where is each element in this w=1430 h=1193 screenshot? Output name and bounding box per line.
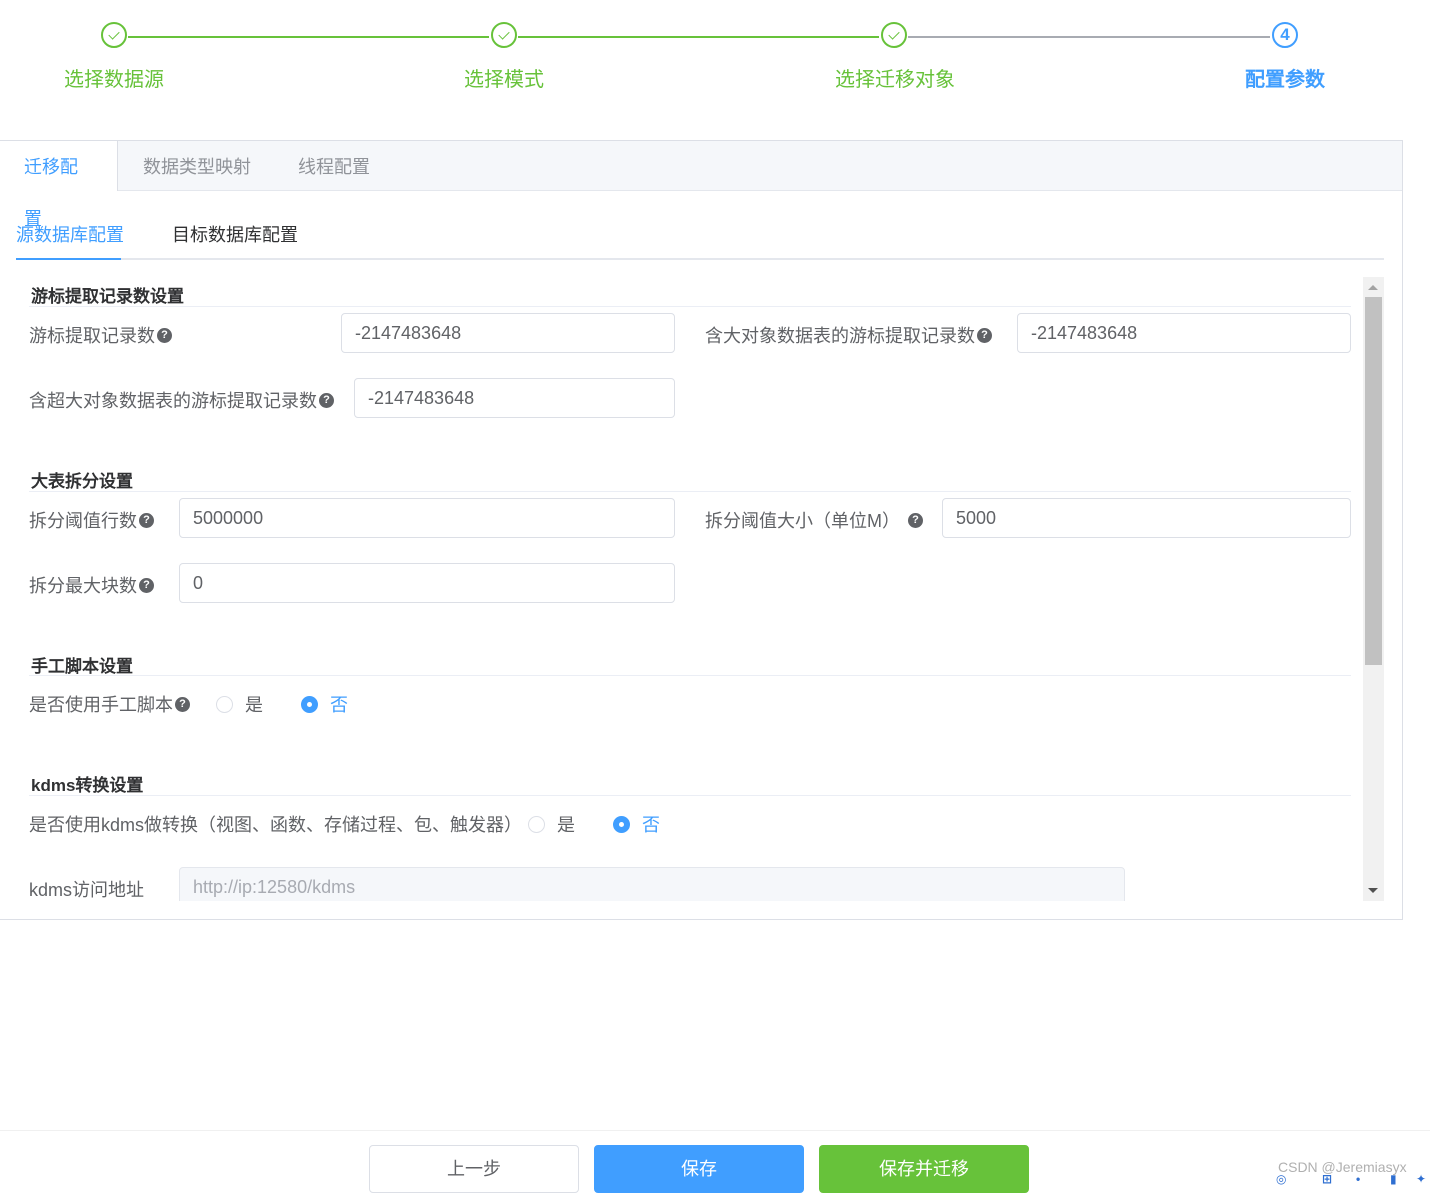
step-4-title: 配置参数 xyxy=(1245,69,1325,91)
system-tray: ◎ ⊞ • ▮ ✦ xyxy=(1274,1168,1430,1186)
step-connector-3 xyxy=(908,36,1270,38)
config-card: 迁移配置 数据类型映射 线程配置 源数据库配置 目标数据库配置 游标提取记录数设… xyxy=(0,140,1403,920)
split-rows-input[interactable] xyxy=(179,498,675,538)
split-blocks-input[interactable] xyxy=(179,563,675,603)
step-3-check-icon xyxy=(881,22,907,48)
label-kdms-convert: 是否使用kdms做转换（视图、函数、存储过程、包、触发器） xyxy=(29,811,522,837)
scroll-up-arrow-icon[interactable] xyxy=(1368,285,1378,290)
main-tabbar: 迁移配置 数据类型映射 线程配置 xyxy=(0,141,1402,229)
radio-label: 否 xyxy=(642,815,660,835)
tab-thread-config[interactable]: 线程配置 xyxy=(274,141,394,190)
radio-label: 是 xyxy=(557,815,575,835)
tab-migration-config[interactable]: 迁移配置 xyxy=(0,141,118,229)
tool-icon[interactable]: ✦ xyxy=(1416,1172,1430,1186)
scroll-thumb[interactable] xyxy=(1365,297,1382,665)
manual-script-radio-yes[interactable]: 是 xyxy=(216,691,263,717)
label-split-size: 拆分阈值大小（单位M）? xyxy=(705,507,923,533)
subtab-bar: 源数据库配置 目标数据库配置 xyxy=(16,211,1384,260)
form-scrollbar[interactable] xyxy=(1363,277,1384,901)
help-icon[interactable]: ? xyxy=(139,512,154,528)
section-divider xyxy=(29,675,1351,676)
step-2-check-icon xyxy=(491,22,517,48)
super-lob-cursor-fetch-input[interactable] xyxy=(354,378,675,418)
label-split-blocks: 拆分最大块数? xyxy=(29,572,154,598)
label-kdms-url: kdms访问地址 xyxy=(29,876,144,901)
radio-label: 否 xyxy=(330,695,348,715)
radio-circle xyxy=(528,815,545,833)
step-3-title: 选择迁移对象 xyxy=(835,69,955,91)
help-icon[interactable]: ? xyxy=(139,577,154,593)
section-divider xyxy=(29,306,1351,307)
section-divider xyxy=(29,795,1351,796)
label-lob-cursor-fetch: 含大对象数据表的游标提取记录数? xyxy=(705,322,992,348)
radio-label: 是 xyxy=(245,695,263,715)
label-text: 拆分阈值行数 xyxy=(29,511,137,531)
ime-icon[interactable]: ⊞ xyxy=(1322,1172,1342,1186)
radio-circle xyxy=(613,815,630,833)
kdms-url-input xyxy=(179,867,1125,901)
help-icon[interactable]: ? xyxy=(319,392,334,408)
label-super-lob-cursor-fetch: 含超大对象数据表的游标提取记录数? xyxy=(29,387,334,413)
cursor-fetch-input[interactable] xyxy=(341,313,675,353)
step-connector-1 xyxy=(128,36,489,38)
label-text: 拆分最大块数 xyxy=(29,576,137,596)
step-2-title: 选择模式 xyxy=(464,69,544,91)
step-1-check-icon xyxy=(101,22,127,48)
ifly-icon[interactable]: ◎ xyxy=(1276,1172,1296,1186)
split-size-input[interactable] xyxy=(942,498,1351,538)
label-split-rows: 拆分阈值行数? xyxy=(29,507,154,533)
tab-datatype-mapping[interactable]: 数据类型映射 xyxy=(119,141,275,190)
label-text: kdms访问地址 xyxy=(29,880,145,900)
label-text: 游标提取记录数 xyxy=(29,326,155,346)
step-connector-2 xyxy=(518,36,879,38)
step-4-number-icon: 4 xyxy=(1272,22,1298,48)
label-text: 含大对象数据表的游标提取记录数 xyxy=(705,326,975,346)
section-title-kdms: kdms转换设置 xyxy=(31,776,144,795)
help-icon[interactable]: ? xyxy=(157,327,172,343)
section-title-split: 大表拆分设置 xyxy=(31,472,133,491)
kdms-radio-no[interactable]: 否 xyxy=(613,811,660,837)
lob-cursor-fetch-input[interactable] xyxy=(1017,313,1351,353)
settings-icon[interactable]: • xyxy=(1356,1172,1376,1186)
label-text: 是否使用kdms做转换（视图、函数、存储过程、包、触发器） xyxy=(29,815,523,835)
section-divider xyxy=(29,491,1351,492)
radio-circle xyxy=(216,695,233,713)
help-icon[interactable]: ? xyxy=(977,327,992,343)
label-text: 拆分阈值大小（单位M） xyxy=(705,511,900,531)
label-text: 含超大对象数据表的游标提取记录数 xyxy=(29,391,317,411)
kdms-radio-yes[interactable]: 是 xyxy=(528,811,575,837)
scroll-down-arrow-icon[interactable] xyxy=(1368,888,1378,893)
help-icon[interactable]: ? xyxy=(175,696,190,712)
label-text: 是否使用手工脚本 xyxy=(29,695,173,715)
section-title-cursor: 游标提取记录数设置 xyxy=(31,287,184,306)
section-title-manual: 手工脚本设置 xyxy=(31,657,133,676)
microphone-icon[interactable]: ▮ xyxy=(1390,1172,1410,1186)
label-cursor-fetch: 游标提取记录数? xyxy=(29,322,172,348)
radio-circle xyxy=(301,695,318,713)
footer-actions: 上一步 保存 保存并迁移 xyxy=(0,1130,1430,1193)
label-manual-script: 是否使用手工脚本? xyxy=(29,691,190,717)
subtab-active-indicator xyxy=(16,258,121,260)
step-1-title: 选择数据源 xyxy=(64,69,164,91)
form-scroll-area: 游标提取记录数设置 游标提取记录数? 含大对象数据表的游标提取记录数? 含超大对… xyxy=(0,277,1362,901)
steps-progress: 4 选择数据源 选择模式 选择迁移对象 配置参数 xyxy=(0,0,1430,110)
manual-script-radio-no[interactable]: 否 xyxy=(301,691,348,717)
help-icon[interactable]: ? xyxy=(908,512,923,528)
subtab-source-db[interactable]: 源数据库配置 xyxy=(16,221,124,247)
subtab-target-db[interactable]: 目标数据库配置 xyxy=(172,221,298,247)
